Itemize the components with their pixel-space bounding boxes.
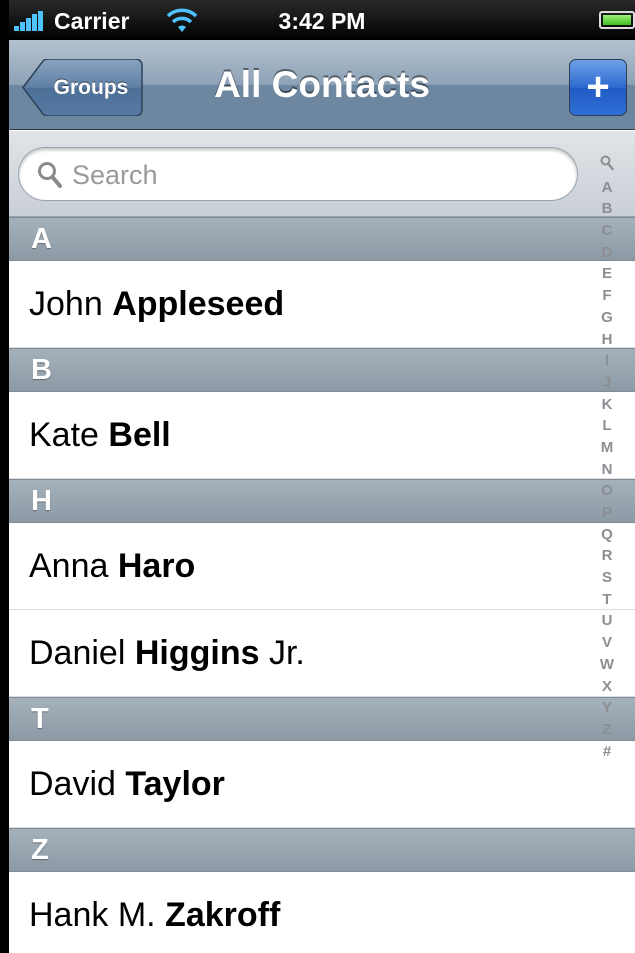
contact-row[interactable]: John Appleseed: [9, 261, 635, 348]
contact-row[interactable]: Kate Bell: [9, 392, 635, 479]
contact-first-name: David: [29, 765, 126, 803]
index-letter[interactable]: Z: [589, 719, 625, 741]
contact-row[interactable]: Anna Haro: [9, 523, 635, 610]
search-placeholder: Search: [72, 160, 158, 190]
contact-row[interactable]: Hank M. Zakroff: [9, 872, 635, 953]
index-search-icon[interactable]: [589, 155, 625, 177]
contact-first-name: Anna: [29, 547, 118, 585]
contact-last-name: Bell: [108, 416, 171, 454]
index-letter[interactable]: J: [589, 372, 625, 394]
index-letter[interactable]: C: [589, 220, 625, 242]
search-bar: Search: [9, 131, 635, 217]
section-header-a: A: [9, 217, 635, 261]
index-letter[interactable]: A: [589, 177, 625, 199]
index-letter[interactable]: R: [589, 545, 625, 567]
contact-last-name: Taylor: [125, 765, 225, 803]
index-letter[interactable]: V: [589, 632, 625, 654]
index-letter[interactable]: U: [589, 610, 625, 632]
section-header-h: H: [9, 479, 635, 523]
index-letter[interactable]: K: [589, 394, 625, 416]
section-header-b: B: [9, 348, 635, 392]
status-time: 3:42 PM: [278, 8, 366, 34]
groups-back-label: Groups: [53, 76, 129, 99]
index-letter[interactable]: W: [589, 654, 625, 676]
contact-suffix: Jr.: [268, 634, 305, 672]
index-letter[interactable]: T: [589, 589, 625, 611]
status-bar: Carrier 3:42 PM: [9, 0, 635, 40]
section-header-t: T: [9, 697, 635, 741]
contact-first-name: John: [29, 285, 113, 323]
section-header-z: Z: [9, 828, 635, 872]
contact-last-name: Higgins: [134, 634, 269, 672]
contact-row[interactable]: Daniel Higgins Jr.: [9, 610, 635, 697]
index-letter[interactable]: X: [589, 676, 625, 698]
index-letter[interactable]: I: [589, 350, 625, 372]
index-letter[interactable]: F: [589, 285, 625, 307]
contact-last-name: Haro: [117, 547, 196, 585]
contacts-list: A John Appleseed B Kate Bell H Anna Haro…: [9, 217, 635, 953]
contact-row[interactable]: David Taylor: [9, 741, 635, 828]
index-letter[interactable]: Y: [589, 697, 625, 719]
index-letter[interactable]: S: [589, 567, 625, 589]
contact-last-name: Zakroff: [165, 896, 281, 934]
groups-back-button[interactable]: Groups: [21, 59, 143, 116]
index-letter[interactable]: O: [589, 480, 625, 502]
contact-last-name: Appleseed: [112, 285, 285, 323]
contact-first-name: Kate: [29, 416, 109, 454]
index-letter[interactable]: B: [589, 198, 625, 220]
index-letter[interactable]: D: [589, 242, 625, 264]
index-letter[interactable]: P: [589, 502, 625, 524]
contact-first-name: Daniel: [29, 634, 135, 672]
contacts-screen: Carrier 3:42 PM Groups All Contacts + Se…: [9, 0, 635, 953]
index-letter[interactable]: N: [589, 459, 625, 481]
index-letter[interactable]: L: [589, 415, 625, 437]
search-icon: [38, 162, 62, 188]
index-letter[interactable]: #: [589, 741, 625, 763]
index-letter[interactable]: G: [589, 307, 625, 329]
index-letter[interactable]: M: [589, 437, 625, 459]
index-letter[interactable]: E: [589, 263, 625, 285]
search-input[interactable]: Search: [18, 147, 578, 201]
contact-first-name: Hank M.: [29, 896, 166, 934]
page-title: All Contacts: [214, 64, 430, 105]
add-contact-button[interactable]: +: [569, 59, 627, 116]
navigation-bar: Groups All Contacts +: [9, 40, 635, 130]
battery-icon: [599, 11, 635, 29]
section-index[interactable]: A B C D E F G H I J K L M N O P Q R S T …: [589, 155, 625, 762]
index-letter[interactable]: H: [589, 329, 625, 351]
index-letter[interactable]: Q: [589, 524, 625, 546]
